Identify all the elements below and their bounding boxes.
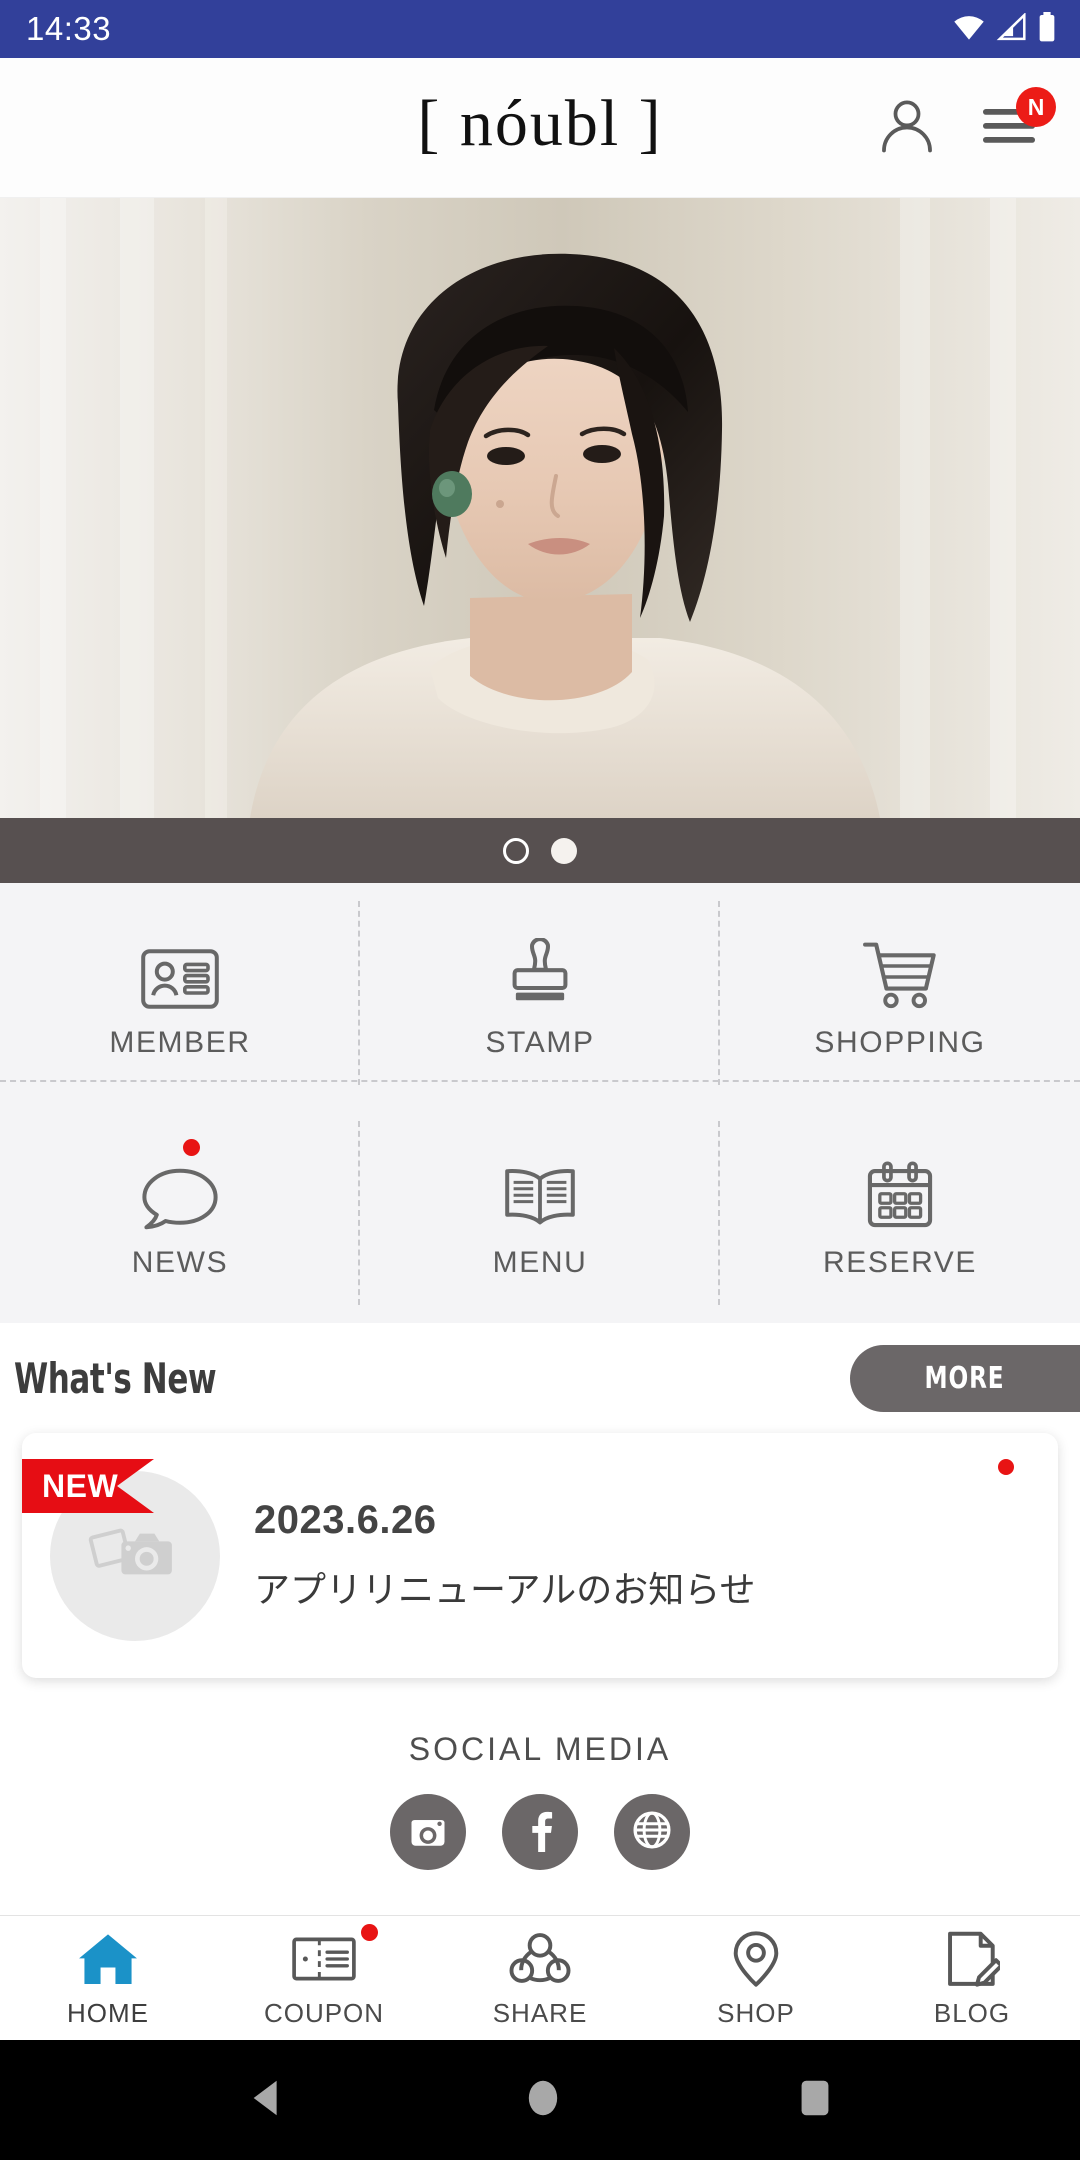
website-link[interactable]: [614, 1794, 690, 1870]
coupon-unread-dot: [361, 1924, 378, 1941]
grid-item-reserve[interactable]: RESERVE: [720, 1103, 1080, 1323]
status-bar: 14:33: [0, 0, 1080, 58]
grid-item-label: STAMP: [485, 1026, 595, 1059]
battery-icon: [1036, 11, 1058, 47]
facebook-icon: [518, 1808, 562, 1857]
cellular-signal-icon: [995, 11, 1027, 46]
calendar-icon: [865, 1146, 935, 1230]
whats-new-header: What's New MORE: [0, 1323, 1080, 1433]
news-title: アプリリニューアルのお知らせ: [254, 1570, 756, 1611]
back-triangle-icon[interactable]: [245, 2075, 291, 2126]
recents-square-icon[interactable]: [795, 2075, 835, 2126]
home-circle-icon[interactable]: [520, 2075, 566, 2126]
grid-item-shopping[interactable]: SHOPPING: [720, 883, 1080, 1103]
more-button-label: MORE: [924, 1361, 1006, 1396]
news-unread-dot: [183, 1139, 200, 1156]
tab-shop[interactable]: SHOP: [648, 1916, 864, 2040]
photo-camera-placeholder-icon: [88, 1520, 182, 1591]
tab-label: BLOG: [933, 1997, 1011, 2028]
account-button[interactable]: [876, 94, 938, 161]
instagram-link[interactable]: [390, 1794, 466, 1870]
ticket-icon: [291, 1928, 357, 1990]
whats-new-list: NEW 2023.6.26 アプリリニューアルのお知らせ: [0, 1433, 1080, 1703]
shopping-cart-icon: [861, 926, 939, 1010]
document-pencil-icon: [944, 1928, 1000, 1990]
grid-item-stamp[interactable]: STAMP: [360, 883, 720, 1103]
carousel-dot-2[interactable]: [551, 837, 577, 864]
rubber-stamp-icon: [504, 926, 576, 1010]
news-text-block: 2023.6.26 アプリリニューアルのお知らせ: [254, 1498, 755, 1613]
home-icon: [77, 1928, 139, 1990]
social-media-section: SOCIAL MEDIA: [0, 1703, 1080, 1915]
hero-carousel-image[interactable]: [0, 198, 1080, 818]
grid-item-menu[interactable]: MENU: [360, 1103, 720, 1323]
status-bar-clock: 14:33: [26, 10, 112, 47]
menu-notification-badge: N: [1016, 87, 1056, 127]
website-globe-icon: [630, 1808, 674, 1857]
social-media-links: [390, 1794, 690, 1870]
grid-item-member[interactable]: MEMBER: [0, 883, 360, 1103]
grid-divider-horizontal: [0, 1080, 1080, 1082]
tab-blog[interactable]: BLOG: [864, 1916, 1080, 2040]
share-nodes-icon: [509, 1928, 571, 1990]
grid-item-label: MENU: [492, 1246, 588, 1279]
whats-new-more-button[interactable]: MORE: [850, 1345, 1080, 1412]
instagram-icon: [406, 1808, 450, 1857]
news-date: 2023.6.26: [254, 1498, 437, 1542]
grid-item-news[interactable]: NEWS: [0, 1103, 360, 1323]
tab-label: SHARE: [492, 1997, 588, 2028]
app-screen: 14:33 [ nóubl ] N MEMBER STAMP SHOPPING …: [0, 0, 1080, 2160]
brand-logo: [ nóubl ]: [417, 86, 663, 160]
map-pin-icon: [730, 1928, 782, 1990]
new-ribbon-label: NEW: [42, 1467, 119, 1504]
tab-label: HOME: [67, 1997, 149, 2028]
tab-share[interactable]: SHARE: [432, 1916, 648, 2040]
status-bar-icons: [952, 11, 1058, 47]
id-card-icon: [140, 926, 220, 1010]
tab-coupon[interactable]: COUPON: [216, 1916, 432, 2040]
facebook-link[interactable]: [502, 1794, 578, 1870]
tab-home[interactable]: HOME: [0, 1916, 216, 2040]
android-navigation-bar: [0, 2040, 1080, 2160]
person-icon: [876, 94, 938, 161]
carousel-dot-1[interactable]: [503, 837, 529, 864]
news-card[interactable]: NEW 2023.6.26 アプリリニューアルのお知らせ: [22, 1433, 1058, 1678]
news-unread-dot: [998, 1459, 1014, 1475]
social-media-title: SOCIAL MEDIA: [408, 1731, 672, 1767]
grid-item-label: RESERVE: [822, 1246, 978, 1279]
wifi-icon: [952, 13, 986, 46]
header-actions: N: [876, 87, 1080, 161]
grid-item-label: SHOPPING: [814, 1026, 986, 1059]
app-header: [ nóubl ] N: [0, 58, 1080, 198]
bottom-tab-bar: HOME COUPON SHARE SHOP BLOG: [0, 1915, 1080, 2040]
whats-new-title: What's New: [14, 1353, 217, 1403]
grid-item-label: MEMBER: [109, 1026, 251, 1059]
tab-label: COUPON: [263, 1997, 385, 2028]
quick-menu-grid: MEMBER STAMP SHOPPING NEWS MENU RESERVE: [0, 883, 1080, 1323]
grid-item-label: NEWS: [131, 1246, 229, 1279]
carousel-indicator-bar: [0, 818, 1080, 883]
tab-label: SHOP: [717, 1997, 795, 2028]
menu-button[interactable]: N: [978, 87, 1056, 154]
speech-bubble-icon: [139, 1146, 221, 1230]
open-book-icon: [501, 1146, 579, 1230]
